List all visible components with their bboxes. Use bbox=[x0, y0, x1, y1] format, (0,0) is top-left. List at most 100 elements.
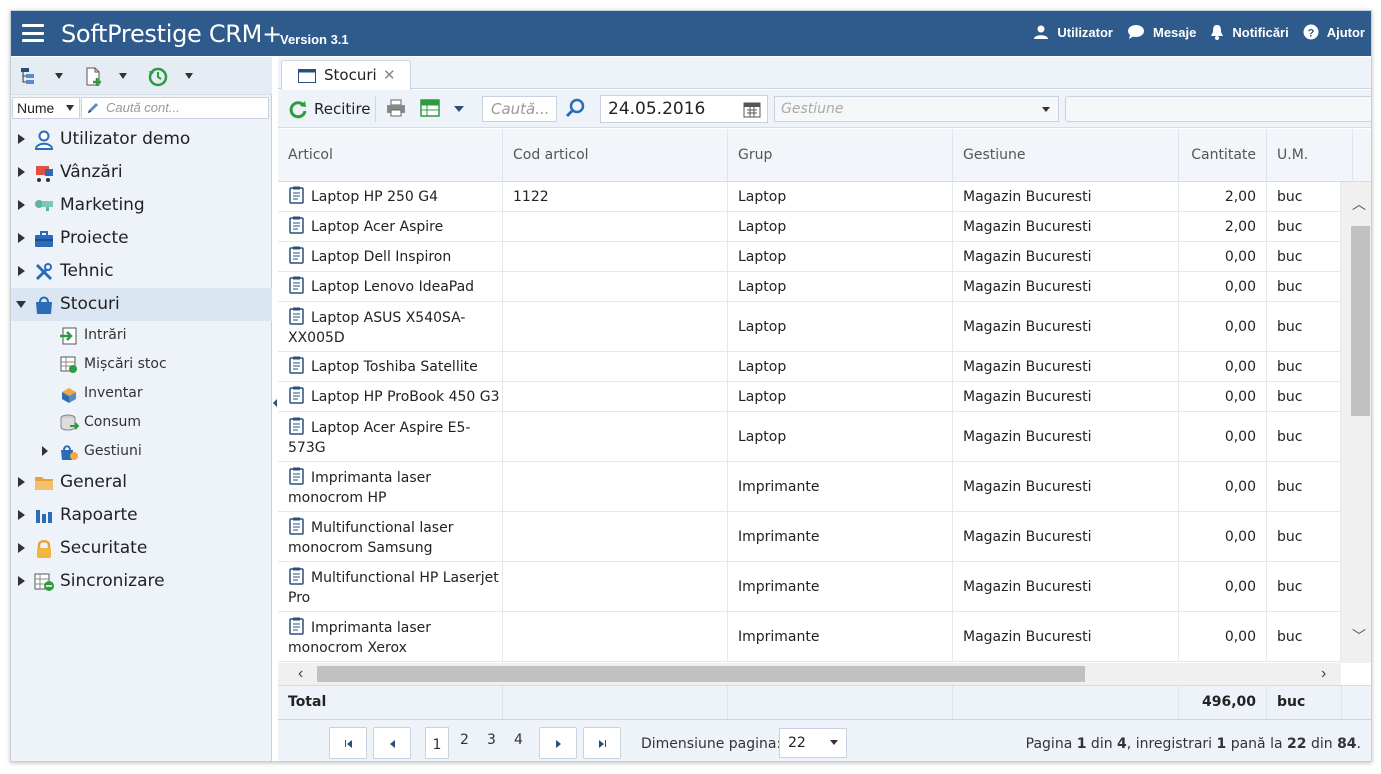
expand-arrow-icon[interactable] bbox=[18, 134, 25, 144]
prev-page-button[interactable] bbox=[373, 727, 411, 759]
hamburger-menu-icon[interactable] bbox=[22, 24, 44, 42]
expand-arrow-icon[interactable] bbox=[18, 200, 25, 210]
scroll-down-icon[interactable]: ﹀ bbox=[1352, 626, 1366, 646]
tree-view-dropdown[interactable] bbox=[55, 73, 63, 79]
tree-item-stocuri[interactable]: Stocuri bbox=[11, 288, 272, 321]
gestiune-placeholder: Gestiune bbox=[781, 101, 844, 117]
tree-item-sincronizare[interactable]: Sincronizare bbox=[11, 565, 272, 598]
cell-cantitate: 0,00 bbox=[1179, 612, 1267, 661]
expand-arrow-icon[interactable] bbox=[18, 543, 25, 553]
tree-subitem-consum[interactable]: Consum bbox=[11, 408, 272, 437]
table-row[interactable]: Laptop ASUS X540SA- XX005D Laptop Magazin B… bbox=[278, 302, 1341, 352]
search-field-select[interactable]: Nume bbox=[12, 97, 80, 119]
tree-view-button[interactable] bbox=[20, 67, 40, 85]
vertical-scrollbar[interactable]: ︿ ﹀ bbox=[1341, 182, 1371, 663]
cell-gestiune: Magazin Bucuresti bbox=[953, 612, 1179, 661]
table-row[interactable]: Imprimanta laser monocrom HP Imprimante Mag… bbox=[278, 462, 1341, 512]
expand-arrow-icon[interactable] bbox=[18, 477, 25, 487]
expand-arrow-icon[interactable] bbox=[42, 446, 48, 456]
tree-item-vanzari[interactable]: Vânzări bbox=[11, 156, 272, 189]
horizontal-scroll-thumb[interactable] bbox=[317, 666, 1085, 682]
tools-icon bbox=[35, 263, 53, 281]
page-number-3[interactable]: 3 bbox=[487, 732, 496, 748]
column-header-grup[interactable]: Grup bbox=[728, 129, 953, 182]
print-button[interactable] bbox=[386, 99, 406, 120]
cell-um: buc bbox=[1267, 562, 1341, 611]
table-row[interactable]: Multifunctional HP Laserjet Pro Imprimante… bbox=[278, 562, 1341, 612]
tree-subitem-inventar[interactable]: Inventar bbox=[11, 379, 272, 408]
calendar-icon[interactable] bbox=[743, 101, 761, 118]
table-row[interactable]: Laptop Dell Inspiron Laptop Magazin Bucure… bbox=[278, 242, 1341, 272]
page-size-select[interactable]: 22 bbox=[779, 728, 847, 758]
column-header-cod-articol[interactable]: Cod articol bbox=[503, 129, 728, 182]
articol-text: Laptop Dell Inspiron bbox=[288, 246, 451, 267]
column-header-articol[interactable]: Articol bbox=[278, 129, 503, 182]
column-header-cantitate[interactable]: Cantitate bbox=[1179, 129, 1267, 182]
header-help-link[interactable]: ? Ajutor bbox=[1303, 24, 1365, 40]
tree-item-general[interactable]: General bbox=[11, 466, 272, 499]
search-button[interactable] bbox=[565, 98, 585, 121]
tree-subitem-miscari-stoc[interactable]: Mișcări stoc bbox=[11, 350, 272, 379]
tab-stocuri[interactable]: Stocuri ✕ bbox=[281, 60, 411, 90]
expand-arrow-icon[interactable] bbox=[18, 233, 25, 243]
column-header-um[interactable]: U.M. bbox=[1267, 129, 1353, 182]
expand-arrow-icon[interactable] bbox=[18, 510, 25, 520]
grid-search-input[interactable]: Caută... bbox=[482, 96, 557, 122]
table-row[interactable]: Laptop Lenovo IdeaPad Laptop Magazin Bucur… bbox=[278, 272, 1341, 302]
tree-item-rapoarte[interactable]: Rapoarte bbox=[11, 499, 272, 532]
table-row[interactable]: Laptop HP 250 G4 1122 Laptop Magazin Bucure… bbox=[278, 182, 1341, 212]
next-page-button[interactable] bbox=[539, 727, 577, 759]
tree-item-tehnic[interactable]: Tehnic bbox=[11, 255, 272, 288]
close-icon[interactable]: ✕ bbox=[383, 66, 396, 84]
table-row[interactable]: Laptop Acer Aspire E5- 573G Laptop Magazin … bbox=[278, 412, 1341, 462]
cell-articol: Laptop Dell Inspiron bbox=[278, 242, 503, 271]
table-row[interactable]: Laptop Acer Aspire Laptop Magazin Bucurest… bbox=[278, 212, 1341, 242]
date-picker-input[interactable]: 24.05.2016 bbox=[600, 95, 768, 123]
tree-item-marketing[interactable]: Marketing bbox=[11, 189, 272, 222]
expand-arrow-icon[interactable] bbox=[18, 167, 25, 177]
scroll-up-icon[interactable]: ︿ bbox=[1352, 194, 1366, 214]
export-excel-button[interactable] bbox=[420, 99, 440, 120]
header-user-link[interactable]: Utilizator bbox=[1033, 24, 1113, 40]
reload-button[interactable]: Recitire bbox=[288, 97, 371, 121]
briefcase-icon bbox=[35, 231, 53, 247]
history-button[interactable] bbox=[148, 67, 168, 87]
expand-arrow-icon[interactable] bbox=[18, 576, 25, 586]
cell-articol: Imprimanta laser monocrom Xerox bbox=[278, 612, 503, 661]
table-row[interactable]: Multifunctional laser monocrom Samsung Imp… bbox=[278, 512, 1341, 562]
account-search-input[interactable]: Caută cont... bbox=[81, 97, 269, 119]
page-number-4[interactable]: 4 bbox=[514, 732, 523, 748]
table-row[interactable]: Imprimanta laser monocrom Xerox Imprimante… bbox=[278, 612, 1341, 662]
vertical-scroll-thumb[interactable] bbox=[1351, 226, 1370, 416]
page-number-1[interactable]: 1 bbox=[425, 727, 449, 759]
history-dropdown[interactable] bbox=[185, 73, 193, 79]
cell-cantitate: 0,00 bbox=[1179, 272, 1267, 301]
extra-filter-input[interactable] bbox=[1065, 96, 1371, 122]
tree-item-proiecte[interactable]: Proiecte bbox=[11, 222, 272, 255]
expand-arrow-icon[interactable] bbox=[18, 266, 25, 276]
gestiune-select[interactable]: Gestiune bbox=[774, 96, 1059, 122]
articol-name: Laptop ASUS X540SA- bbox=[311, 310, 466, 326]
header-messages-link[interactable]: Mesaje bbox=[1127, 24, 1196, 40]
tab-label: Stocuri bbox=[324, 66, 377, 84]
articol-text: Laptop Acer Aspire bbox=[288, 216, 443, 237]
header-notifications-link[interactable]: Notificări bbox=[1210, 24, 1289, 40]
last-page-button[interactable] bbox=[583, 727, 621, 759]
first-page-button[interactable] bbox=[329, 727, 367, 759]
tree-item-utilizator-demo[interactable]: Utilizator demo bbox=[11, 123, 272, 156]
tree-subitem-intrari[interactable]: Intrări bbox=[11, 321, 272, 350]
collapse-arrow-icon[interactable] bbox=[16, 301, 26, 308]
scroll-left-icon[interactable]: ‹ bbox=[298, 665, 303, 683]
scroll-right-icon[interactable]: › bbox=[1321, 665, 1326, 683]
tree-subitem-gestiuni[interactable]: Gestiuni bbox=[11, 437, 272, 466]
table-row[interactable]: Laptop HP ProBook 450 G3 Laptop Magazin Bu… bbox=[278, 382, 1341, 412]
page-number-2[interactable]: 2 bbox=[460, 732, 469, 748]
export-dropdown[interactable] bbox=[454, 106, 464, 112]
column-header-gestiune[interactable]: Gestiune bbox=[953, 129, 1179, 182]
new-item-dropdown[interactable] bbox=[119, 73, 127, 79]
new-item-button[interactable] bbox=[85, 67, 103, 87]
table-row[interactable]: Laptop Toshiba Satellite Laptop Magazin Bu… bbox=[278, 352, 1341, 382]
refresh-icon bbox=[289, 101, 307, 119]
horizontal-scrollbar[interactable]: ‹ › bbox=[278, 663, 1341, 685]
tree-item-securitate[interactable]: Securitate bbox=[11, 532, 272, 565]
